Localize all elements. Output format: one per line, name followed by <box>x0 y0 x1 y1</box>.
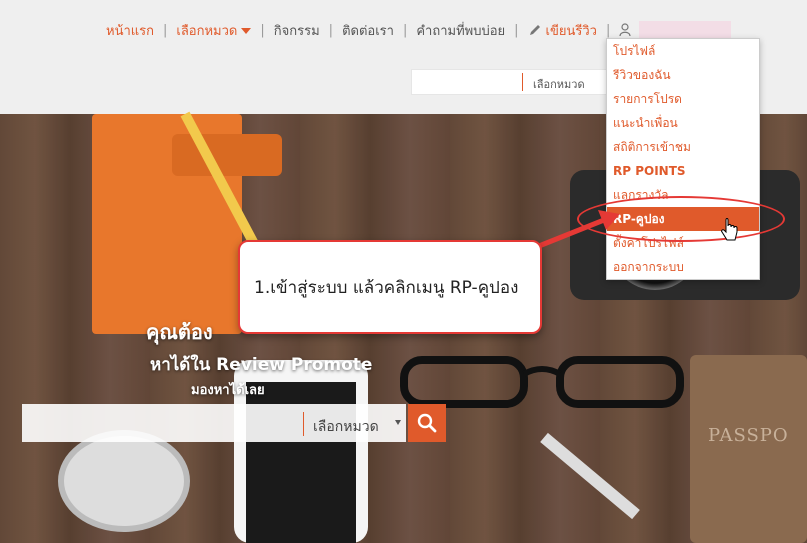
hero-tagline: มองหาได้เลย <box>191 383 265 398</box>
passport-text: PASSPO <box>708 425 789 446</box>
passport-image: PASSPO <box>690 355 807 543</box>
hero-search-input[interactable]: เลือกหมวด <box>22 404 406 442</box>
search-icon <box>417 413 437 433</box>
search-divider <box>522 73 523 91</box>
nav-contact[interactable]: ติดต่อเรา <box>342 20 394 41</box>
nav-separator: | <box>260 22 265 38</box>
hand-cursor-icon <box>721 218 738 241</box>
nav-category[interactable]: เลือกหมวด <box>176 20 252 41</box>
menu-item-favorites[interactable]: รายการโปรด <box>607 87 759 111</box>
callout-text: 1.เข้าสู่ระบบ แล้วคลิกเมนู RP-คูปอง <box>254 278 519 298</box>
nav-separator: | <box>402 22 408 38</box>
hero-subheadline: หาได้ใน Review Promote <box>150 355 373 375</box>
nav-category-label: เลือกหมวด <box>176 23 238 39</box>
hero-search-category[interactable]: เลือกหมวด <box>313 416 379 438</box>
nav-separator: | <box>514 22 519 38</box>
nav-activities[interactable]: กิจกรรม <box>274 20 320 41</box>
menu-item-my-reviews[interactable]: รีวิวของฉัน <box>607 63 759 87</box>
username-blurred[interactable] <box>639 21 732 39</box>
user-icon[interactable] <box>619 23 631 37</box>
menu-item-visit-stats[interactable]: สถิติการเข้าชม <box>607 135 759 159</box>
glasses-image <box>400 356 684 408</box>
menu-item-refer-friend[interactable]: แนะนำเพื่อน <box>607 111 759 135</box>
menu-item-profile[interactable]: โปรไฟล์ <box>607 39 759 63</box>
top-search-bar[interactable]: เลือกหมวด <box>411 69 609 95</box>
nav-home[interactable]: หน้าแรก <box>106 20 154 41</box>
nav-faq[interactable]: คำถามที่พบบ่อย <box>416 20 505 41</box>
nav-separator: | <box>328 22 334 38</box>
watch-image <box>58 430 190 532</box>
menu-item-rp-points[interactable]: RP POINTS <box>607 159 759 183</box>
caret-down-icon <box>241 28 252 34</box>
nav-separator: | <box>605 22 611 38</box>
top-search-category[interactable]: เลือกหมวด <box>533 75 585 93</box>
main-nav: หน้าแรก | เลือกหมวด | กิจกรรม | ติดต่อเร… <box>106 20 732 41</box>
search-button[interactable] <box>408 404 446 442</box>
notebook-strap <box>172 134 282 176</box>
instruction-callout: 1.เข้าสู่ระบบ แล้วคลิกเมนู RP-คูปอง <box>238 240 542 334</box>
nav-write-review-label: เขียนรีวิว <box>545 23 597 39</box>
nav-separator: | <box>163 22 168 38</box>
hero-headline: คุณต้อง <box>146 320 213 344</box>
hero-search-divider <box>303 412 304 436</box>
notebook-image <box>92 114 282 334</box>
nav-write-review[interactable]: เขียนรีวิว <box>528 20 597 41</box>
triangle-down-icon <box>395 420 401 425</box>
pencil-icon <box>529 24 540 35</box>
